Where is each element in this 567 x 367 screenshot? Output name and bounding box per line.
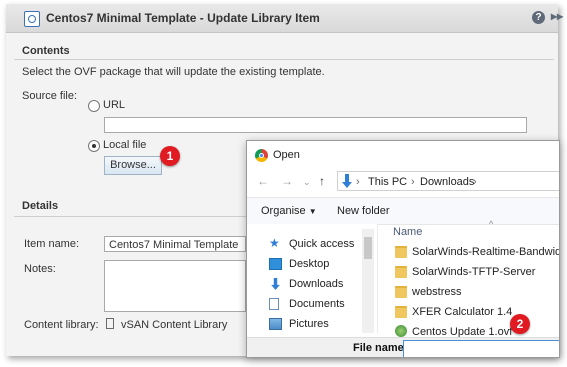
chrome-icon (255, 149, 268, 162)
file-row[interactable]: XFER Calculator 1.4 (395, 303, 559, 321)
url-option-label: URL (103, 99, 126, 111)
forward-arrow-icon[interactable]: → (281, 174, 293, 188)
organise-label: Organise (261, 205, 306, 217)
up-arrow-icon[interactable]: ↑ (319, 174, 325, 188)
chevron-down-icon: ▼ (308, 207, 317, 216)
download-icon (271, 278, 280, 290)
nav-item-label: Quick access (289, 238, 355, 250)
open-dialog-title: Open (273, 149, 300, 161)
file-name-input[interactable] (403, 340, 559, 357)
window-titlebar: Centos7 Minimal Template - Update Librar… (6, 4, 563, 33)
library-item-icon (24, 11, 40, 27)
file-list: SolarWinds-Realtime-Bandwidth SolarWinds… (387, 241, 560, 338)
address-bar[interactable]: › This PC › Downloads › (337, 171, 559, 191)
folder-icon (395, 306, 407, 318)
nav-item-label: Pictures (289, 318, 329, 330)
back-arrow-icon[interactable]: ← (257, 174, 269, 188)
nav-item-label: Documents (289, 298, 345, 310)
file-name-bar: File name: (247, 337, 559, 357)
notes-label: Notes: (24, 263, 56, 275)
content-library-label: Content library: (24, 319, 99, 331)
nav-item-label: Desktop (289, 258, 330, 270)
breadcrumb-this-pc[interactable]: This PC (368, 176, 407, 188)
url-input[interactable] (104, 117, 527, 133)
recent-locations-icon[interactable]: ⌄ (303, 177, 311, 188)
local-file-radio[interactable] (88, 140, 100, 152)
window-title: Centos7 Minimal Template - Update Librar… (46, 11, 320, 25)
breadcrumb-chevron-icon: › (473, 176, 477, 188)
breadcrumb-downloads[interactable]: Downloads (420, 176, 474, 188)
file-name: SolarWinds-TFTP-Server (412, 266, 536, 278)
pane-separator (377, 224, 378, 334)
organise-button[interactable]: Organise ▼ (261, 205, 317, 217)
file-name: SolarWinds-Realtime-Bandwidth (412, 246, 560, 258)
contents-heading: Contents (22, 45, 70, 57)
desktop-icon (269, 258, 282, 270)
name-column-header[interactable]: Name (393, 226, 422, 238)
breadcrumb-chevron-icon: › (411, 176, 415, 188)
url-radio[interactable] (88, 100, 100, 112)
file-name: XFER Calculator 1.4 (412, 306, 513, 318)
scrollbar-thumb[interactable] (364, 237, 372, 259)
callout-badge-2: 2 (510, 314, 530, 334)
ovf-file-icon (395, 325, 407, 337)
nav-pane-scrollbar[interactable] (362, 229, 374, 333)
file-row[interactable]: SolarWinds-Realtime-Bandwidth (395, 243, 560, 261)
source-file-label: Source file: (22, 90, 78, 102)
expand-icon[interactable]: ▸▸ (551, 9, 563, 23)
content-library-value: vSAN Content Library (121, 319, 228, 331)
library-icon (106, 318, 114, 329)
details-divider (14, 216, 246, 217)
pictures-icon (269, 318, 282, 330)
folder-icon (395, 246, 407, 258)
new-folder-button[interactable]: New folder (337, 205, 390, 217)
file-name: webstress (412, 286, 462, 298)
navigation-pane: ★ Quick access Desktop 📌 Downloads 📌 Doc… (247, 224, 377, 334)
screenshot-frame: Centos7 Minimal Template - Update Librar… (0, 0, 567, 367)
browse-button[interactable]: Browse... (104, 156, 162, 175)
navigation-bar: ← → ⌄ ↑ › This PC › Downloads › (247, 169, 559, 193)
folder-icon (395, 266, 407, 278)
folder-icon (395, 286, 407, 298)
item-name-input[interactable]: Centos7 Minimal Template (104, 236, 246, 252)
contents-description: Select the OVF package that will update … (22, 66, 325, 78)
notes-textarea[interactable] (104, 260, 246, 312)
dialog-toolbar: Organise ▼ New folder (247, 197, 559, 225)
callout-badge-1: 1 (160, 146, 180, 166)
item-name-label: Item name: (24, 238, 80, 250)
location-icon (342, 174, 352, 188)
contents-divider (14, 59, 554, 60)
sort-caret-icon: ^ (489, 219, 494, 229)
file-row[interactable]: webstress (395, 283, 559, 301)
documents-icon (269, 298, 279, 310)
local-file-option-label: Local file (103, 139, 147, 151)
help-icon[interactable]: ? (532, 11, 545, 24)
file-row[interactable]: SolarWinds-TFTP-Server (395, 263, 559, 281)
open-dialog-titlebar: Open (247, 141, 559, 169)
details-heading: Details (22, 200, 59, 212)
star-icon: ★ (269, 236, 280, 250)
file-name-label: File name: (353, 342, 408, 354)
nav-item-label: Downloads (289, 278, 344, 290)
breadcrumb-chevron-icon: › (356, 176, 360, 188)
